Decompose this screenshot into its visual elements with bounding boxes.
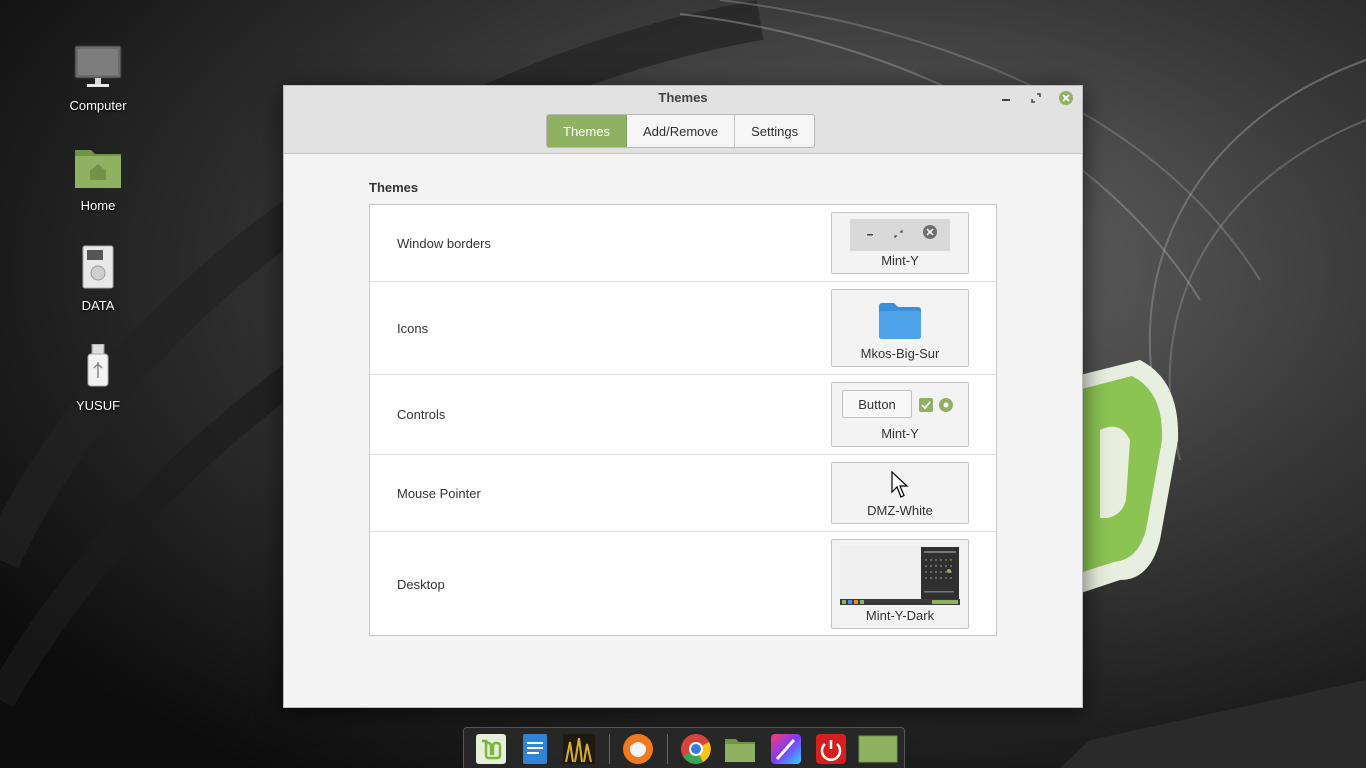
dock-item-mint-menu[interactable]: [474, 732, 508, 766]
row-icons: Icons Mkos-Big-Sur: [370, 282, 996, 375]
themes-list: Window borders Mint-Y Icons Mkos-Big-Sur…: [369, 204, 997, 636]
dock-separator: [667, 734, 668, 764]
tab-add-remove[interactable]: Add/Remove: [627, 115, 736, 147]
image-viewer-icon: [563, 734, 595, 764]
row-mouse-pointer: Mouse Pointer DMZ-White: [370, 455, 996, 532]
row-label: Desktop: [397, 577, 445, 592]
row-desktop: Desktop Mint-Y-Dark: [370, 532, 996, 635]
power-icon: [816, 734, 846, 764]
maximize-icon: [1031, 93, 1041, 103]
folder-icon: [858, 735, 898, 763]
desktop-icon-label: Home: [80, 198, 116, 213]
close-button[interactable]: [1057, 89, 1075, 107]
desktop-icon-label: YUSUF: [75, 398, 121, 413]
tab-settings[interactable]: Settings: [735, 115, 814, 147]
minimize-icon: [1002, 99, 1010, 101]
dock-item-firefox[interactable]: [621, 732, 655, 766]
computer-icon: [70, 44, 126, 92]
firefox-icon: [623, 734, 653, 764]
row-label: Icons: [397, 321, 429, 336]
desktop-icon-computer[interactable]: Computer: [53, 44, 143, 113]
tab-themes[interactable]: Themes: [547, 115, 627, 147]
desktop-icon-label: DATA: [81, 298, 115, 313]
window-titlebar[interactable]: Themes Themes Add/Remove Settings: [284, 86, 1082, 154]
controls-chooser[interactable]: Button Mint-Y: [831, 382, 969, 447]
usb-drive-icon: [70, 343, 126, 392]
dock-item-power[interactable]: [814, 732, 848, 766]
dock-item-files[interactable]: [723, 732, 757, 766]
dock-item-text-editor[interactable]: [518, 732, 552, 766]
desktop-icon-yusuf[interactable]: YUSUF: [53, 343, 143, 413]
row-label: Controls: [397, 407, 446, 422]
cursor-arrow-icon: [891, 471, 909, 498]
mouse-pointer-value: DMZ-White: [867, 503, 933, 518]
checkbox-icon: [919, 398, 933, 412]
view-switcher: Themes Add/Remove Settings: [546, 114, 816, 148]
chrome-icon: [681, 734, 711, 764]
dock-item-paint[interactable]: [769, 732, 803, 766]
desktop-icon-label: Computer: [69, 98, 127, 113]
mint-menu-icon: [476, 734, 506, 764]
minimize-button[interactable]: [997, 89, 1015, 107]
controls-value: Mint-Y: [881, 426, 919, 441]
desktop-icon-home[interactable]: Home: [53, 144, 143, 213]
preview-button: Button: [842, 390, 912, 418]
dock-panel: [463, 727, 905, 768]
row-window-borders: Window borders Mint-Y: [370, 205, 996, 282]
dock-item-chrome[interactable]: [679, 732, 713, 766]
desktop-icon-data[interactable]: DATA: [53, 244, 143, 313]
icons-value: Mkos-Big-Sur: [860, 346, 940, 361]
row-controls: Controls Button Mint-Y: [370, 375, 996, 455]
home-folder-icon: [70, 144, 126, 192]
desktop-value: Mint-Y-Dark: [865, 608, 935, 623]
themes-window: Themes Themes Add/Remove Settings Themes…: [283, 85, 1083, 708]
window-borders-preview-icon: [850, 219, 950, 251]
drive-icon: [70, 244, 126, 292]
paint-icon: [771, 734, 801, 764]
folder-icon: [879, 303, 921, 339]
files-icon: [725, 739, 755, 762]
section-title: Themes: [369, 180, 419, 195]
window-title: Themes: [658, 90, 708, 105]
themes-content: Themes Window borders Mint-Y Icons Mkos-…: [284, 155, 1082, 707]
row-label: Window borders: [397, 236, 491, 251]
mouse-pointer-chooser[interactable]: DMZ-White: [831, 462, 969, 524]
row-label: Mouse Pointer: [397, 486, 481, 501]
window-borders-chooser[interactable]: Mint-Y: [831, 212, 969, 274]
window-borders-value: Mint-Y: [881, 253, 919, 268]
dock-item-folder[interactable]: [858, 732, 898, 766]
radio-icon: [939, 398, 953, 412]
dock-item-image-viewer[interactable]: [562, 732, 596, 766]
close-icon: [1059, 91, 1073, 105]
text-editor-icon: [523, 734, 547, 764]
dock-separator: [609, 734, 610, 764]
desktop-preview-icon: [840, 545, 960, 605]
desktop-chooser[interactable]: Mint-Y-Dark: [831, 539, 969, 629]
icons-chooser[interactable]: Mkos-Big-Sur: [831, 289, 969, 367]
maximize-button[interactable]: [1027, 89, 1045, 107]
